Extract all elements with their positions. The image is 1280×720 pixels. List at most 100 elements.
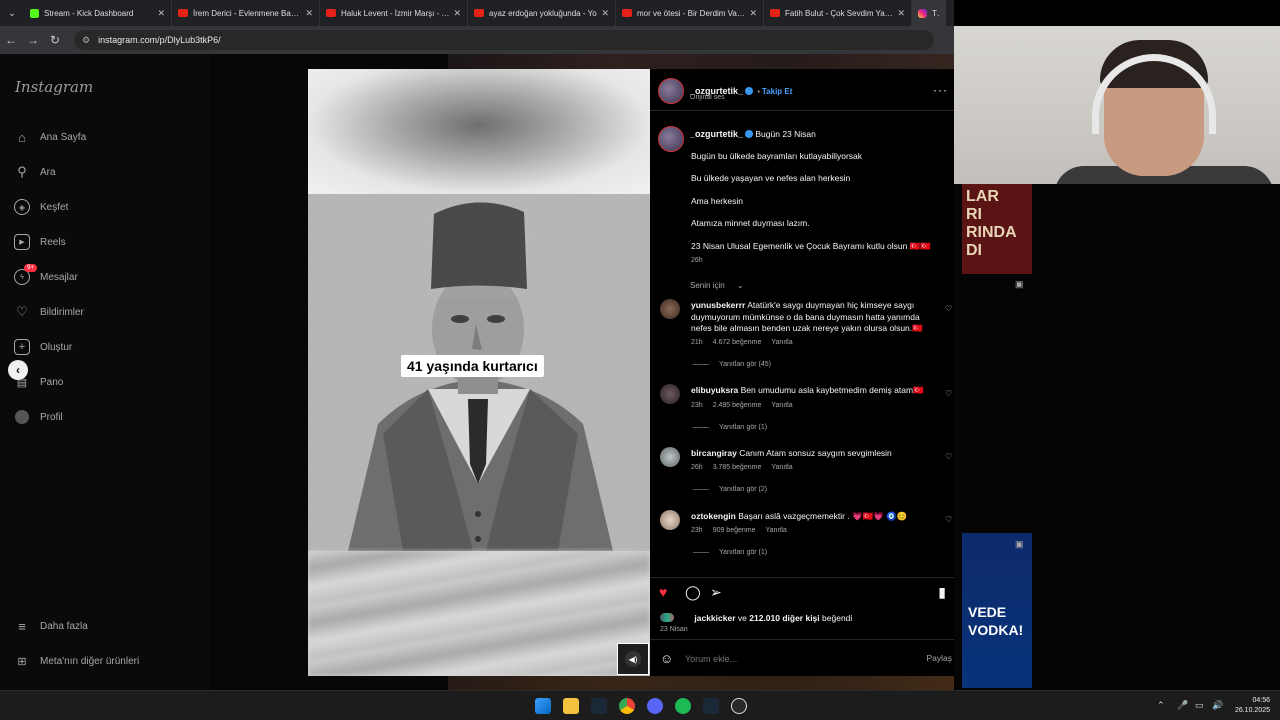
sidebar-item-create[interactable]: + Oluştur [14,337,72,357]
comment-avatar[interactable] [660,299,680,319]
steam-icon[interactable] [703,698,719,714]
close-icon[interactable]: ✕ [157,8,165,19]
sidebar-item-meta[interactable]: ⊞ Meta'nın diğer ürünleri [14,651,139,671]
more-options-icon[interactable]: ··· [933,83,948,97]
tab-title: Stream - Kick Dashboard [44,8,134,18]
caption-author-username[interactable]: _ozgurtetik_ [690,129,743,139]
author-avatar[interactable] [658,78,684,104]
url-field[interactable]: ⚙ instagram.com/p/DlyLub3tkP6/ [74,30,934,50]
instagram-logo[interactable]: Instagram [15,78,93,96]
liker-avatars [660,613,674,622]
close-icon[interactable]: ✕ [897,8,905,19]
compass-icon: ◈ [14,199,30,215]
liked-by-suffix: beğendi [822,613,853,623]
liked-by-user[interactable]: jackkicker [694,613,735,623]
view-replies-button[interactable]: Yanıtları gör (45) [693,361,771,368]
comment-avatar[interactable] [660,510,680,530]
caption-author-avatar[interactable] [658,126,684,152]
close-icon[interactable]: ✕ [453,8,461,19]
sidebar-item-search[interactable]: ⚲ Ara [14,162,55,182]
chrome-icon[interactable] [619,698,635,714]
comment-username[interactable]: oztokengin [691,511,736,521]
tab-search-menu[interactable]: ⌄ [0,0,24,26]
discord-icon[interactable] [647,698,663,714]
back-icon[interactable]: ← [0,33,22,47]
post-media[interactable]: 41 yaşında kurtarıcı [308,69,650,676]
liked-by-summary[interactable]: jackkicker ve 212.010 diğer kişi beğendi [660,613,852,623]
share-comment-button[interactable]: Paylaş [926,653,952,663]
browser-tab[interactable]: İrem Derici - Evlenmene Bak - Yo ✕ [172,0,320,26]
system-clock[interactable]: 04:56 26.10.2025 [1235,696,1270,716]
file-explorer-icon[interactable] [563,698,579,714]
meta-grid-icon: ⊞ [17,655,27,668]
sidebar-item-notifications[interactable]: ♡ Bildirimler [14,302,84,322]
comment-avatar[interactable] [660,447,680,467]
comment-avatar[interactable] [660,384,680,404]
post-date: 23 Nisan [660,626,688,633]
forward-icon[interactable]: → [22,33,44,47]
tray-chevron-icon[interactable]: ⌃ [1157,700,1165,711]
monitor-icon[interactable]: ▭ [1195,700,1204,711]
mute-toggle-button[interactable]: ◀) [617,643,649,675]
view-replies-button[interactable]: Yanıtları gör (1) [693,549,767,556]
comment-likes[interactable]: 2.495 beğenme [713,402,762,409]
comment-likes[interactable]: 909 beğenme [713,527,756,534]
sidebar-item-more[interactable]: ≡ Daha fazla [14,616,88,636]
view-replies-button[interactable]: Yanıtları gör (2) [693,486,767,493]
browser-tab[interactable]: Haluk Levent - İzmir Marşı - Yo ✕ [320,0,468,26]
follow-button[interactable]: Takip Et [762,87,793,96]
comment-like-icon[interactable]: ♡ [945,304,952,313]
reply-button[interactable]: Yanıtla [771,339,792,346]
comment-icon[interactable]: ◯ [685,584,701,601]
liked-by-others[interactable]: 212.010 diğer kişi [749,613,819,623]
sidebar-item-reels[interactable]: ▶ Reels [14,232,66,252]
instagram-icon [918,8,927,18]
windows-start-icon[interactable] [535,698,551,714]
comment-username[interactable]: bircangiray [691,448,737,458]
sidebar-item-label: Profil [40,411,63,423]
comment-like-icon[interactable]: ♡ [945,515,952,524]
comment-username[interactable]: yunusbekerrr [691,300,745,310]
previous-post-button[interactable]: ‹ [8,360,28,380]
share-icon[interactable]: ➢ [710,584,722,601]
volume-icon[interactable]: 🔊 [1212,700,1223,711]
reply-button[interactable]: Yanıtla [771,464,792,471]
emoji-icon[interactable]: ☺ [660,651,673,666]
comment-username[interactable]: elibuyuksra [691,385,738,395]
browser-tab[interactable]: mor ve ötesi - Bir Derdim Var (c ✕ [616,0,764,26]
for-you-filter[interactable]: Senin için ⌄ [690,281,754,290]
speaker-icon: ◀) [625,651,641,667]
browser-tab[interactable]: Stream - Kick Dashboard ✕ [24,0,172,26]
reply-button[interactable]: Yanıtla [771,402,792,409]
reload-icon[interactable]: ↻ [44,33,66,47]
sidebar-item-explore[interactable]: ◈ Keşfet [14,197,68,217]
close-icon[interactable]: ✕ [749,8,757,19]
background-thumbnail: LAR RI RINDA DI [962,184,1032,274]
comment-likes[interactable]: 4.672 beğenme [713,339,762,346]
sidebar-item-label: Ana Sayfa [40,131,87,143]
comment-likes[interactable]: 3.785 beğenme [713,464,762,471]
sidebar-item-messages[interactable]: ϟ 9+ Mesajlar [14,264,78,287]
sidebar-item-home[interactable]: ⌂ Ana Sayfa [14,127,86,147]
comment-input[interactable] [685,652,905,666]
view-replies-button[interactable]: Yanıtları gör (1) [693,424,767,431]
browser-tab-active[interactable]: Tüm [912,0,946,26]
browser-tab[interactable]: ayaz erdoğan yokluğunda - Yo ✕ [468,0,616,26]
sidebar-item-label: Meta'nın diğer ürünleri [40,655,140,667]
audio-label[interactable]: Orijinal ses [690,94,725,101]
browser-tab[interactable]: Fatih Bulut - Çok Sevdim Yalan ✕ [764,0,912,26]
tab-title: Haluk Levent - İzmir Marşı - Yo [341,8,450,18]
close-icon[interactable]: ✕ [601,8,609,19]
comment-like-icon[interactable]: ♡ [945,389,952,398]
sidebar-item-profile[interactable]: Profil [14,407,63,427]
spotify-icon[interactable] [675,698,691,714]
reply-button[interactable]: Yanıtla [766,527,787,534]
save-bookmark-icon[interactable]: ▮ [938,584,946,601]
close-icon[interactable]: ✕ [305,8,313,19]
site-info-icon[interactable]: ⚙ [82,35,90,46]
comment-like-icon[interactable]: ♡ [945,452,952,461]
app-icon[interactable] [731,698,747,714]
microphone-icon[interactable]: 🎤 [1177,700,1188,711]
steam-icon[interactable] [591,698,607,714]
liked-heart-icon[interactable]: ♥ [659,584,667,600]
